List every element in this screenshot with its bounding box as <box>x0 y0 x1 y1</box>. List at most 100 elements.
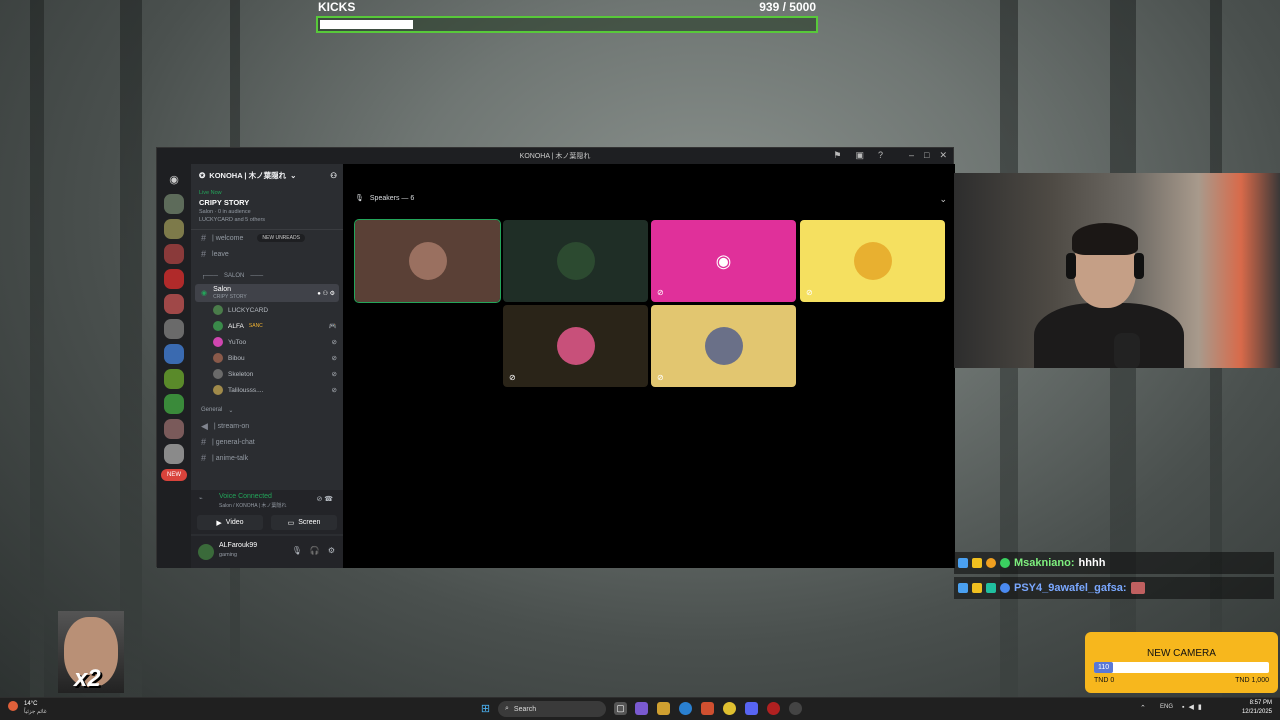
speaker-tile[interactable]: ◉ ⊘ <box>651 220 796 302</box>
chat-message: Msakniano: hhhh <box>954 552 1274 574</box>
voice-connected-panel: ⌁ Voice Connected Salon / KONOHA | 木ノ葉隠れ… <box>191 490 343 534</box>
server-icon[interactable] <box>164 219 184 239</box>
speaker-tile[interactable]: ⊘ <box>503 305 648 387</box>
flag-icon[interactable]: ⚑ <box>833 150 841 161</box>
voice-location: Salon / KONOHA | 木ノ葉隠れ <box>219 503 287 509</box>
file-explorer-icon[interactable] <box>657 702 670 715</box>
channel-general-chat[interactable]: # | general-chat <box>191 434 343 450</box>
edge-icon[interactable] <box>679 702 692 715</box>
voice-user[interactable]: LUCKYCARD <box>191 302 343 318</box>
microphone-icon: 🎙 <box>355 195 364 202</box>
speaker-tile[interactable] <box>503 220 648 302</box>
live-now-label: Live Now <box>199 190 222 196</box>
hash-icon: # <box>201 233 207 243</box>
category-general[interactable]: General ⌄ <box>191 402 343 418</box>
help-icon[interactable]: ? <box>878 150 883 161</box>
chat-username: PSY4_9awafel_gafsa: <box>1014 582 1127 594</box>
speaker-tile[interactable]: ⊘ <box>800 220 945 302</box>
tray-icons[interactable]: ▪◀▮ <box>1182 703 1206 711</box>
kicks-label: KICKS <box>318 0 356 14</box>
taskbar-search[interactable]: ⌕ Search <box>498 701 606 717</box>
server-new-badge[interactable]: NEW <box>161 469 187 481</box>
chevron-down-icon[interactable]: ⌄ <box>939 194 947 205</box>
chat-message: PSY4_9awafel_gafsa: <box>954 577 1274 599</box>
server-icon[interactable] <box>164 294 184 314</box>
voice-icon: ◉ <box>201 290 208 297</box>
app-icon[interactable] <box>767 702 780 715</box>
chrome-icon[interactable] <box>723 702 736 715</box>
window-titlebar: KONOHA | 木ノ葉隠れ ⚑ ▣ ? – □ ✕ <box>157 148 953 164</box>
headphones-icon[interactable]: 🎧 <box>310 546 320 555</box>
voice-user[interactable]: ALFA SANC 🎮 <box>191 318 343 334</box>
avatar <box>213 369 223 379</box>
voice-user-name: YuToo <box>228 338 247 346</box>
server-icon[interactable] <box>164 444 184 464</box>
add-member-icon[interactable]: ⚇ <box>330 171 337 180</box>
server-icon[interactable] <box>164 319 184 339</box>
maximize-button[interactable]: □ <box>924 150 929 161</box>
new-unreads-pill[interactable]: NEW UNREADS <box>257 234 305 242</box>
level-badge-icon <box>986 558 996 568</box>
inbox-icon[interactable]: ▣ <box>855 150 864 161</box>
weather-desc: غائم جزئياً <box>24 709 47 715</box>
channel-anime-talk[interactable]: # | anime-talk <box>191 450 343 466</box>
speaker-tile[interactable]: ⊘ <box>651 305 796 387</box>
server-header[interactable]: ✪ KONOHA | 木ノ葉隠れ ⌄ ⚇ <box>191 164 343 186</box>
video-button[interactable]: ▶ Video <box>197 515 263 530</box>
headphones-icon <box>1066 253 1076 279</box>
voice-user[interactable]: Talilousss.... ⊘ <box>191 382 343 398</box>
voice-user[interactable]: YuToo ⊘ <box>191 334 343 350</box>
server-icon[interactable] <box>164 419 184 439</box>
speaker-tile[interactable] <box>354 219 501 303</box>
microphone-icon[interactable]: 🎙 <box>292 546 302 555</box>
chat-username: Msakniano: <box>1014 557 1075 569</box>
discord-icon[interactable] <box>745 702 758 715</box>
avatar: ◉ <box>715 250 732 271</box>
sub-badge-icon <box>986 583 996 593</box>
minimize-button[interactable]: – <box>909 150 914 161</box>
voice-user[interactable]: Skeleton ⊘ <box>191 366 343 382</box>
microphone-icon <box>1114 333 1140 368</box>
sword-badge-icon <box>958 558 968 568</box>
server-icon[interactable] <box>164 344 184 364</box>
voice-user-name: LUCKYCARD <box>228 306 269 314</box>
screen-button[interactable]: ▭ Screen <box>271 515 337 530</box>
voice-channel-salon[interactable]: ◉ Salon CRIPY STORY ● ⚇ ⚙ <box>195 284 339 302</box>
disconnect-icon[interactable]: ⊘ ☎ <box>316 495 333 503</box>
discord-window: KONOHA | 木ノ葉隠れ ⚑ ▣ ? – □ ✕ ◉ NEW ✪ KONOH… <box>156 147 955 568</box>
task-view-icon[interactable]: ▢ <box>614 702 627 715</box>
server-icon[interactable] <box>164 394 184 414</box>
kicks-progress-fill <box>320 20 413 29</box>
language-indicator[interactable]: ENG <box>1160 704 1173 710</box>
obs-icon[interactable] <box>789 702 802 715</box>
gear-icon[interactable]: ⚙ <box>328 546 335 555</box>
avatar <box>556 242 595 280</box>
clock-time: 8:57 PM <box>1249 700 1272 706</box>
screen-share-icon: ▭ <box>287 519 295 527</box>
voice-user-name: ALFA <box>228 322 244 330</box>
windows-start-icon[interactable]: ⊞ <box>479 702 492 715</box>
channel-settings-icon[interactable]: ● ⚇ ⚙ <box>317 290 335 297</box>
channel-leave[interactable]: # leave <box>191 246 343 262</box>
stage-title: CRIPY STORY <box>199 198 250 207</box>
copilot-icon[interactable] <box>635 702 648 715</box>
channel-welcome[interactable]: # | welcome NEW UNREADS <box>191 230 343 246</box>
stage-live-card[interactable]: Live Now CRIPY STORY Salon · 0 in audien… <box>191 186 343 230</box>
discord-home-icon[interactable]: ◉ <box>164 169 184 189</box>
close-button[interactable]: ✕ <box>939 150 947 161</box>
server-rail: ◉ NEW <box>157 164 191 568</box>
avatar[interactable] <box>198 544 214 560</box>
server-icon[interactable] <box>164 244 184 264</box>
hash-icon: # <box>201 453 207 463</box>
voice-user[interactable]: Bibou ⊘ <box>191 350 343 366</box>
category-salon[interactable]: ┌─── SALON ─── <box>191 268 343 284</box>
server-icon[interactable] <box>164 369 184 389</box>
brave-icon[interactable] <box>701 702 714 715</box>
weather-icon[interactable] <box>8 701 18 711</box>
server-icon[interactable] <box>164 269 184 289</box>
stage-people: LUCKYCARD and 5 others <box>199 217 266 223</box>
channel-stream-on[interactable]: ◀ | stream-on <box>191 418 343 434</box>
server-icon[interactable] <box>164 194 184 214</box>
avatar <box>213 337 223 347</box>
tray-chevron-icon[interactable]: ⌃ <box>1140 704 1146 712</box>
